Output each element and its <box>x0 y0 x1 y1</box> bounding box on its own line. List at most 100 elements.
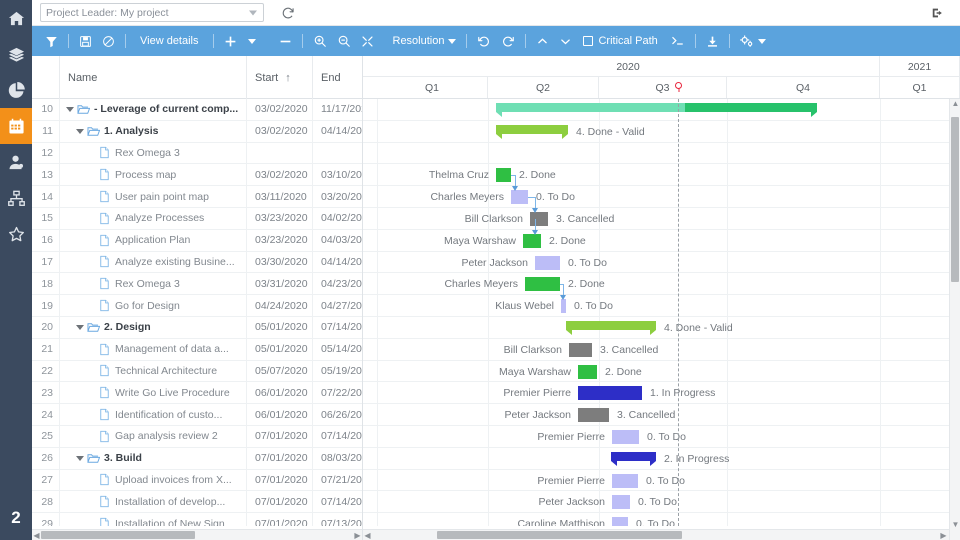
task-name-cell[interactable]: User pain point map <box>60 185 247 208</box>
gantt-row[interactable] <box>363 339 960 361</box>
task-name-cell[interactable]: - Leverage of current comp... <box>60 99 247 121</box>
end-date-cell[interactable]: 11/17/2020 <box>313 99 362 120</box>
gantt-row[interactable] <box>363 208 960 230</box>
rail-item-reports[interactable] <box>0 72 32 108</box>
table-row[interactable]: 15 Analyze Processes 03/23/202004/02/2020 <box>32 207 362 230</box>
rail-item-favorites[interactable] <box>0 216 32 252</box>
task-name-cell[interactable]: Installation of New Sign <box>60 512 247 526</box>
task-name-cell[interactable]: 1. Analysis <box>60 120 247 143</box>
chevron-down-icon[interactable] <box>554 26 577 56</box>
grid-horizontal-scrollbar[interactable]: ◀ ▶ <box>32 529 362 540</box>
end-date-cell[interactable]: 05/19/2020 <box>313 360 362 382</box>
start-date-cell[interactable]: 03/31/2020 <box>247 272 313 295</box>
critical-path-checkbox[interactable] <box>583 36 594 46</box>
end-date-cell[interactable]: 08/03/2020 <box>313 447 362 469</box>
task-bar[interactable] <box>578 386 642 401</box>
end-date-cell[interactable]: 05/14/2020 <box>313 338 362 360</box>
task-name-cell[interactable]: Identification of custo... <box>60 403 247 426</box>
table-row[interactable]: 27 Upload invoices from X... 07/01/2020 07/… <box>32 469 362 492</box>
expand-collapse-toggle[interactable] <box>64 104 75 115</box>
end-date-cell[interactable]: 04/03/2020 <box>313 229 362 251</box>
task-name-cell[interactable]: Gap analysis review 2 <box>60 425 247 448</box>
table-row[interactable]: 12 Rex Omega 3 <box>32 142 362 165</box>
task-name-cell[interactable]: Technical Architecture <box>60 360 247 382</box>
task-name-cell[interactable]: Analyze Processes <box>60 207 247 230</box>
task-bar[interactable] <box>612 517 628 526</box>
task-name-cell[interactable]: Application Plan <box>60 229 247 252</box>
summary-bar[interactable] <box>611 451 656 466</box>
task-name-cell[interactable]: Management of data a... <box>60 338 247 361</box>
start-date-cell[interactable] <box>247 142 313 164</box>
start-date-cell[interactable]: 05/01/2020 <box>247 316 313 339</box>
gantt-horizontal-scrollbar[interactable]: ◀ ▶ <box>363 529 949 540</box>
task-name-cell[interactable]: Installation of develop... <box>60 490 247 513</box>
ban-icon[interactable] <box>97 26 120 56</box>
task-bar[interactable] <box>535 255 560 270</box>
plus-icon[interactable] <box>219 26 242 56</box>
task-bar[interactable] <box>612 430 639 444</box>
end-date-cell[interactable]: 04/02/2020 <box>313 207 362 229</box>
task-name-cell[interactable]: Process map <box>60 163 247 186</box>
end-date-cell[interactable]: 07/14/2020 <box>313 425 362 447</box>
table-row[interactable]: 22 Technical Architecture 05/07/2020 05/19/… <box>32 360 362 383</box>
gantt-row[interactable] <box>363 143 960 165</box>
rail-item-layers[interactable] <box>0 36 32 72</box>
task-bar[interactable] <box>561 299 566 314</box>
task-bar[interactable] <box>525 277 560 292</box>
terminal-icon[interactable] <box>663 26 690 56</box>
table-row[interactable]: 14 User pain point map 03/11/202003/20/202… <box>32 185 362 208</box>
table-row[interactable]: 26 3. Build 07/01/202008/03/2020 <box>32 447 362 470</box>
table-row[interactable]: 29 Installation of New Sign 07/01/2020 07/1… <box>32 512 362 526</box>
filter-icon[interactable] <box>40 26 63 56</box>
column-header-start[interactable]: Start ↑ <box>247 56 313 99</box>
scrollbar-thumb[interactable] <box>41 531 195 539</box>
column-header-end[interactable]: End <box>313 56 362 99</box>
end-date-cell[interactable]: 03/10/2020 <box>313 164 362 186</box>
gantt-row[interactable] <box>363 361 960 383</box>
scroll-up-arrow[interactable]: ▲ <box>951 99 960 108</box>
start-date-cell[interactable]: 06/01/2020 <box>247 381 313 404</box>
expand-collapse-toggle[interactable] <box>74 126 85 137</box>
gantt-vertical-scrollbar[interactable]: ▲ ▼ <box>949 99 960 540</box>
table-row[interactable]: 19 Go for Design 04/24/202004/27/2020 <box>32 294 362 317</box>
start-date-cell[interactable]: 03/11/2020 <box>247 185 313 208</box>
start-date-cell[interactable]: 07/01/2020 <box>247 469 313 491</box>
column-header-name[interactable]: Name <box>60 56 247 99</box>
start-date-cell[interactable]: 03/23/2020 <box>247 207 313 230</box>
table-row[interactable]: 17 Analyze existing Busine... 03/30/2020 04… <box>32 251 362 274</box>
end-date-cell[interactable]: 06/26/2020 <box>313 404 362 426</box>
end-date-cell[interactable]: 04/27/2020 <box>313 295 362 317</box>
end-date-cell[interactable] <box>313 142 362 164</box>
table-row[interactable]: 28 Installation of develop... 07/01/2020 07… <box>32 490 362 514</box>
end-date-cell[interactable]: 07/22/2020 <box>313 382 362 404</box>
start-date-cell[interactable]: 07/01/2020 <box>247 425 313 448</box>
start-date-cell[interactable]: 03/02/2020 <box>247 99 313 121</box>
task-name-cell[interactable]: Go for Design <box>60 294 247 317</box>
gantt-row[interactable] <box>363 448 960 470</box>
table-row[interactable]: 21 Management of data a... 05/01/2020 05/14… <box>32 338 362 361</box>
refresh-icon[interactable] <box>280 5 296 21</box>
table-row[interactable]: 20 2. Design 05/01/202007/14/2020 <box>32 316 362 339</box>
end-date-cell[interactable]: 04/14/2020 <box>313 120 362 142</box>
project-select[interactable]: Project Leader: My project <box>40 3 264 22</box>
rail-item-home[interactable] <box>0 0 32 36</box>
save-icon[interactable] <box>74 26 97 56</box>
table-row[interactable]: 10 - Leverage of current comp... 03/02/202… <box>32 99 362 121</box>
task-name-cell[interactable]: Analyze existing Busine... <box>60 251 247 273</box>
scrollbar-thumb[interactable] <box>951 117 959 282</box>
start-date-cell[interactable]: 05/01/2020 <box>247 338 313 361</box>
task-bar[interactable] <box>578 364 597 379</box>
scroll-right-arrow[interactable]: ▶ <box>353 531 362 540</box>
scrollbar-thumb[interactable] <box>437 531 682 539</box>
add-dropdown-caret[interactable] <box>242 26 262 56</box>
table-row[interactable]: 11 1. Analysis 03/02/202004/14/2020 <box>32 120 362 143</box>
end-date-cell[interactable]: 04/14/2020 <box>313 251 362 273</box>
redo-icon[interactable] <box>496 26 520 56</box>
end-date-cell[interactable]: 07/14/2020 <box>313 316 362 338</box>
start-date-cell[interactable]: 06/01/2020 <box>247 403 313 426</box>
table-row[interactable]: 16 Application Plan 03/23/202004/03/2020 <box>32 229 362 252</box>
gantt-row[interactable] <box>363 295 960 317</box>
task-name-cell[interactable]: Upload invoices from X... <box>60 469 247 491</box>
gear-icon[interactable] <box>735 26 768 56</box>
gantt-row[interactable] <box>363 252 960 274</box>
